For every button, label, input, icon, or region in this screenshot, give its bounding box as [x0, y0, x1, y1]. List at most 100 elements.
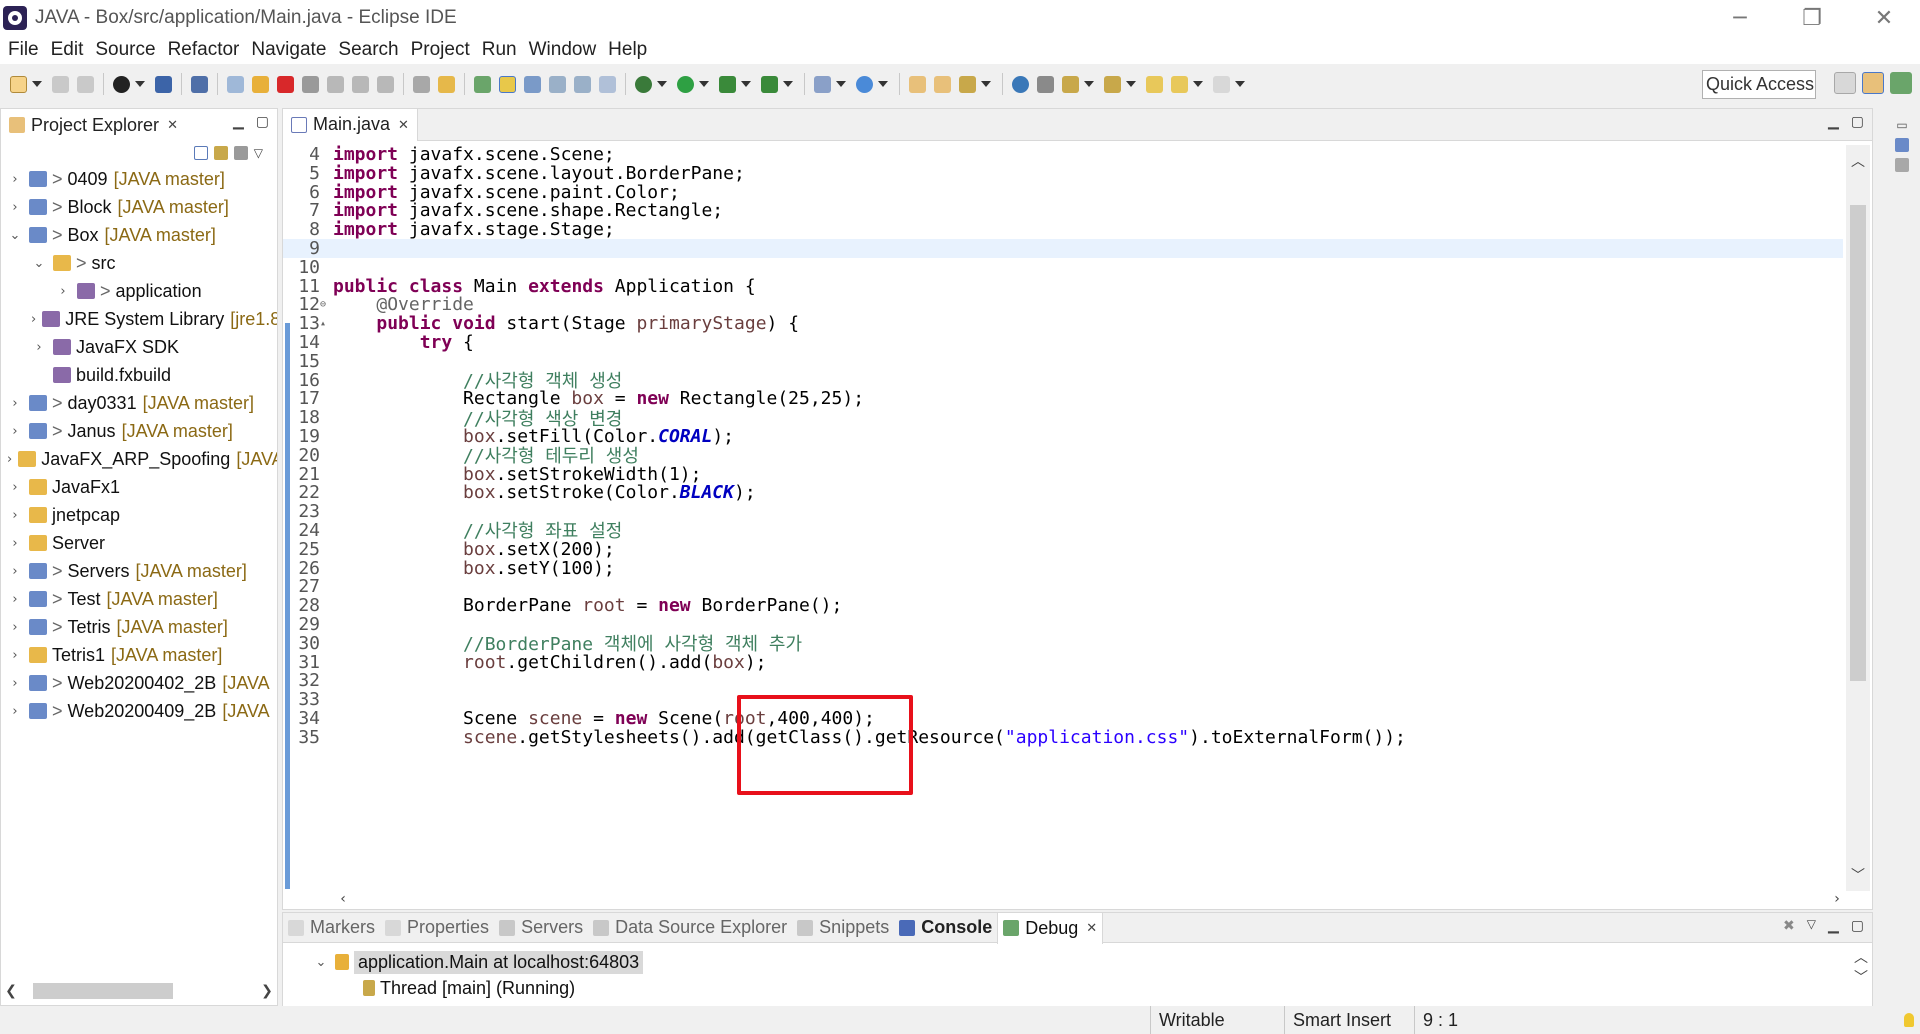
open-task-icon[interactable] — [934, 75, 951, 93]
menu-help[interactable]: Help — [602, 39, 653, 61]
chevron-right-icon[interactable]: › — [7, 564, 23, 579]
view-menu-icon[interactable]: ▽ — [1807, 917, 1816, 934]
chevron-right-icon[interactable]: › — [31, 340, 47, 355]
external-tools-icon[interactable] — [761, 75, 778, 93]
scroll-left-icon[interactable]: ‹ — [335, 891, 351, 907]
skip-breakpoints-icon[interactable] — [191, 75, 208, 93]
remove-terminated-icon[interactable]: ✖ — [1783, 917, 1795, 934]
resume-icon[interactable] — [227, 75, 244, 93]
new-class-icon[interactable] — [856, 75, 873, 93]
scroll-down-icon[interactable]: ﹀ — [1854, 967, 1868, 987]
tree-item[interactable]: › > Test [JAVA master] — [1, 585, 277, 613]
minimize-icon[interactable]: ▁ — [1828, 113, 1839, 130]
close-icon[interactable]: ✕ — [398, 117, 409, 133]
last-edit-icon[interactable] — [1146, 75, 1163, 93]
tree-item[interactable]: ⌄ > Box [JAVA master] — [1, 221, 277, 249]
fold-toggle-icon[interactable]: ▴ — [320, 318, 330, 329]
menu-project[interactable]: Project — [405, 39, 476, 61]
restore-icon[interactable]: ▭ — [1896, 118, 1907, 132]
tree-item[interactable]: › > Block [JAVA master] — [1, 193, 277, 221]
back-icon[interactable] — [1171, 75, 1188, 93]
filters-icon[interactable] — [233, 146, 248, 160]
tab-markers[interactable]: Markers — [283, 912, 380, 944]
code-line[interactable]: 25 box.setX(200); — [283, 539, 1843, 560]
scroll-thumb[interactable] — [1850, 205, 1866, 681]
code-line[interactable]: 35 scene.getStylesheets().add(getClass()… — [283, 727, 1843, 748]
scroll-right-icon[interactable]: › — [1829, 891, 1845, 907]
tip-lightbulb-icon[interactable] — [1896, 1006, 1916, 1034]
menu-file[interactable]: File — [2, 39, 45, 61]
code-line[interactable]: 28 BorderPane root = new BorderPane(); — [283, 595, 1843, 616]
new-java-project-icon[interactable] — [814, 75, 831, 93]
chevron-right-icon[interactable]: › — [7, 452, 12, 467]
tree-item[interactable]: › Server — [1, 529, 277, 557]
menu-edit[interactable]: Edit — [45, 39, 90, 61]
tab-main-java[interactable]: Main.java ✕ — [283, 108, 418, 141]
close-icon[interactable]: ✕ — [167, 117, 178, 133]
tab-servers[interactable]: Servers — [494, 912, 588, 944]
debug-perspective-icon[interactable] — [1890, 72, 1912, 94]
debug-vscrollbar[interactable]: ︿ ﹀ — [1854, 947, 1868, 987]
code-line[interactable]: 30 //BorderPane 객체에 사각형 객체 추가 — [283, 633, 1843, 656]
outline-icon[interactable] — [1895, 138, 1909, 152]
code-line[interactable]: 22 box.setStroke(Color.BLACK); — [283, 482, 1843, 503]
scroll-left-icon[interactable]: ❮ — [3, 983, 19, 999]
chevron-right-icon[interactable]: › — [7, 424, 23, 439]
code-line[interactable]: 34 Scene scene = new Scene(root,400,400)… — [283, 708, 1843, 729]
debug-icon[interactable] — [635, 75, 652, 93]
code-line[interactable]: 4 import javafx.scene.Scene; — [283, 144, 1843, 165]
chevron-down-icon[interactable] — [1126, 81, 1136, 87]
code-line[interactable]: 8 import javafx.stage.Stage; — [283, 219, 1843, 240]
fold-toggle-icon[interactable]: ⊖ — [320, 299, 330, 310]
restore-button[interactable]: ❐ — [1776, 0, 1848, 36]
format-icon[interactable] — [413, 75, 430, 93]
open-folder-icon[interactable] — [909, 75, 926, 93]
chevron-right-icon[interactable]: › — [7, 536, 23, 551]
minimize-icon[interactable]: ▁ — [1828, 917, 1839, 934]
chevron-down-icon[interactable] — [1193, 81, 1203, 87]
run-icon[interactable] — [677, 75, 694, 93]
tab-debug[interactable]: Debug ✕ — [997, 911, 1104, 944]
pin-editor-icon[interactable] — [1037, 75, 1054, 93]
code-line[interactable]: 12 ⊖ @Override — [283, 294, 1843, 315]
tree-item[interactable]: › > Servers [JAVA master] — [1, 557, 277, 585]
chevron-down-icon[interactable] — [836, 81, 846, 87]
maximize-icon[interactable]: ▢ — [1851, 917, 1864, 934]
git-icon[interactable] — [113, 75, 130, 93]
menu-source[interactable]: Source — [89, 39, 161, 61]
tab-console[interactable]: Console — [894, 912, 997, 944]
scroll-down-icon[interactable]: ﹀ — [1850, 865, 1866, 885]
tree-item[interactable]: › JavaFx1 — [1, 473, 277, 501]
web-browser-icon[interactable] — [1012, 75, 1029, 93]
save-all-icon[interactable] — [77, 75, 94, 93]
chevron-down-icon[interactable] — [1235, 81, 1245, 87]
code-line[interactable]: 10 — [283, 257, 1843, 278]
code-line[interactable]: 31 root.getChildren().add(box); — [283, 652, 1843, 673]
chevron-right-icon[interactable]: › — [7, 508, 23, 523]
code-line[interactable]: 16 //사각형 객체 생성 — [283, 370, 1843, 393]
new-icon[interactable] — [10, 75, 27, 93]
chevron-down-icon[interactable]: ⌄ — [313, 955, 329, 970]
minimize-icon[interactable]: ▁ — [233, 113, 244, 130]
step-into-icon[interactable] — [327, 75, 344, 93]
chevron-right-icon[interactable]: › — [7, 648, 23, 663]
chevron-down-icon[interactable] — [699, 81, 709, 87]
code-line[interactable]: 7 import javafx.scene.shape.Rectangle; — [283, 200, 1843, 221]
code-line[interactable]: 14 try { — [283, 332, 1843, 353]
chevron-down-icon[interactable] — [878, 81, 888, 87]
quick-access-input[interactable]: Quick Access — [1702, 70, 1816, 99]
tree-item[interactable]: › > Janus [JAVA master] — [1, 417, 277, 445]
scroll-up-icon[interactable]: ︿ — [1854, 947, 1868, 967]
chevron-down-icon[interactable] — [1084, 81, 1094, 87]
chevron-right-icon[interactable]: › — [7, 704, 23, 719]
next-annotation-icon[interactable] — [574, 75, 591, 93]
code-line[interactable]: 21 box.setStrokeWidth(1); — [283, 464, 1843, 485]
debug-thread-item[interactable]: Thread [main] (Running) — [357, 975, 575, 1001]
scroll-up-icon[interactable]: ︿ — [1850, 151, 1866, 171]
show-whitespace-icon[interactable] — [599, 75, 616, 93]
menu-window[interactable]: Window — [523, 39, 603, 61]
debug-launch-item[interactable]: ⌄ application.Main at localhost:64803 — [313, 949, 644, 975]
tree-item[interactable]: › JavaFX SDK — [1, 333, 277, 361]
close-icon[interactable]: ✕ — [1086, 920, 1097, 936]
task-list-icon[interactable] — [1895, 158, 1909, 172]
